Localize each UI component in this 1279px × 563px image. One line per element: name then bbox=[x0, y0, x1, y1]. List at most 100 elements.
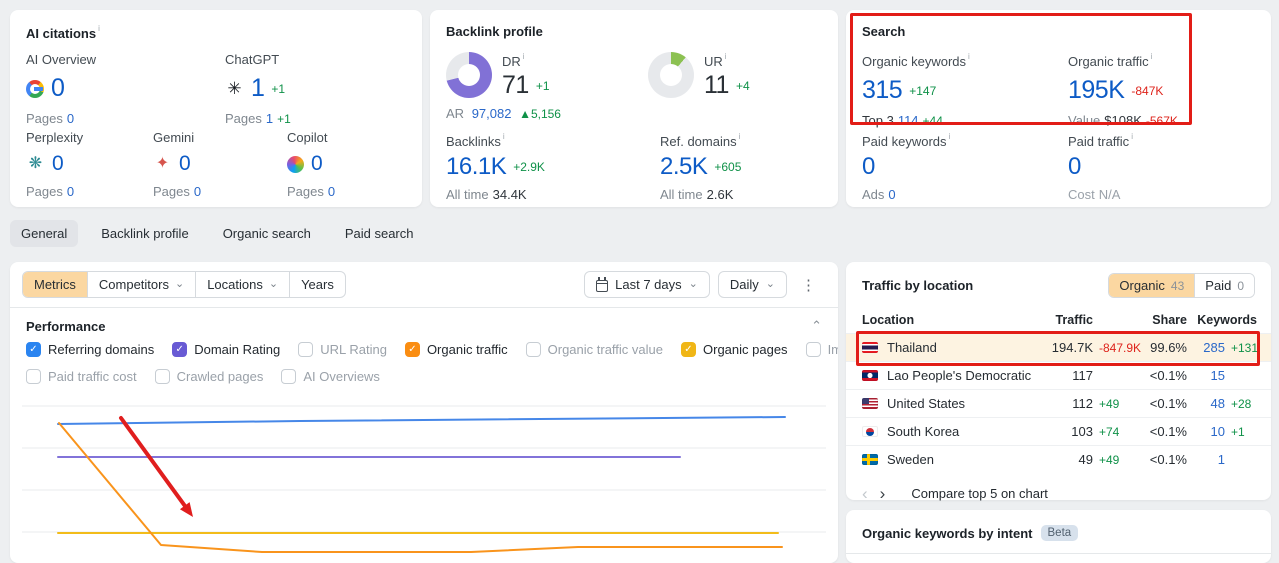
copilot-icon bbox=[287, 155, 304, 173]
pager-next-icon[interactable]: › bbox=[880, 485, 886, 502]
location-pager: ‹ › Compare top 5 on chart bbox=[846, 473, 1271, 514]
info-icon[interactable]: i bbox=[523, 52, 525, 61]
dr-delta: +1 bbox=[535, 78, 550, 93]
pages-value[interactable]: 0 bbox=[328, 184, 335, 199]
performance-chart[interactable] bbox=[10, 388, 838, 563]
location-row-kr[interactable]: South Korea 103 +74 <0.1% 10 +1 bbox=[846, 417, 1271, 445]
date-range-button[interactable]: Last 7 days ⌄ bbox=[584, 271, 710, 298]
ai-overview-value: 0 bbox=[51, 74, 65, 102]
divider bbox=[846, 553, 1271, 554]
location-row-us[interactable]: United States 112 +49 <0.1% 48 +28 bbox=[846, 389, 1271, 417]
organic-traffic-label: Organic traffic bbox=[1068, 54, 1149, 69]
pager-prev-icon[interactable]: ‹ bbox=[862, 485, 868, 502]
traffic-delta: +49 bbox=[1099, 396, 1120, 411]
organic-keywords-value[interactable]: 315 bbox=[862, 76, 903, 105]
keywords-value[interactable]: 1 bbox=[1187, 452, 1225, 467]
paid-traffic-label: Paid traffic bbox=[1068, 134, 1130, 149]
checkbox-icon[interactable] bbox=[154, 369, 170, 384]
metric-checkbox-impressions[interactable]: Impressions bbox=[805, 342, 838, 357]
top3-value[interactable]: 114 bbox=[898, 113, 919, 128]
info-icon[interactable]: i bbox=[98, 24, 100, 33]
pages-value[interactable]: 1 bbox=[266, 111, 273, 126]
competitors-filter-button[interactable]: Competitors ⌄ bbox=[88, 272, 197, 297]
checkbox-icon[interactable] bbox=[805, 342, 821, 357]
metrics-filter-button[interactable]: Metrics bbox=[23, 272, 88, 297]
metric-label: Domain Rating bbox=[194, 342, 281, 357]
header-traffic[interactable]: Traffic bbox=[1031, 313, 1093, 327]
granularity-button[interactable]: Daily ⌄ bbox=[717, 271, 787, 298]
metric-checkbox-crawled-pages[interactable]: Crawled pages bbox=[154, 369, 263, 384]
metric-checkbox-organic-pages[interactable]: ✓ Organic pages bbox=[681, 342, 788, 357]
metric-checkbox-paid-traffic-cost[interactable]: Paid traffic cost bbox=[26, 369, 137, 384]
tab-paid-search[interactable]: Paid search bbox=[334, 220, 425, 247]
years-filter-button[interactable]: Years bbox=[290, 272, 345, 297]
ref-domains-value[interactable]: 2.5K bbox=[660, 153, 708, 181]
pages-value[interactable]: 0 bbox=[67, 111, 74, 126]
checkbox-icon[interactable] bbox=[298, 342, 314, 357]
locations-filter-button[interactable]: Locations ⌄ bbox=[196, 272, 291, 297]
checkbox-icon[interactable] bbox=[26, 369, 41, 384]
checkbox-icon[interactable]: ✓ bbox=[681, 342, 696, 357]
info-icon[interactable]: i bbox=[725, 52, 727, 61]
ads-value[interactable]: 0 bbox=[888, 187, 895, 202]
keywords-delta: +131 bbox=[1231, 340, 1259, 355]
ur-donut bbox=[648, 52, 694, 98]
backlinks-value[interactable]: 16.1K bbox=[446, 153, 507, 181]
metric-checkbox-ai-overviews[interactable]: AI Overviews bbox=[281, 369, 380, 384]
metric-checkbox-referring-domains[interactable]: ✓ Referring domains bbox=[26, 342, 154, 357]
toggle-organic[interactable]: Organic 43 bbox=[1109, 274, 1196, 297]
ar-value[interactable]: 97,082 bbox=[472, 106, 512, 121]
info-icon[interactable]: i bbox=[949, 132, 951, 141]
collapse-chevron-up-icon[interactable]: ⌃ bbox=[811, 318, 822, 334]
checkbox-icon[interactable]: ✓ bbox=[26, 342, 41, 357]
backlinks-delta: +2.9K bbox=[513, 160, 545, 174]
metric-label: URL Rating bbox=[320, 342, 387, 357]
metric-checkbox-organic-traffic[interactable]: ✓ Organic traffic bbox=[404, 342, 508, 357]
ads-label: Ads bbox=[862, 187, 885, 202]
tab-backlink-profile[interactable]: Backlink profile bbox=[90, 220, 199, 247]
more-options-kebab-icon[interactable]: ⋮ bbox=[795, 276, 822, 294]
keywords-value[interactable]: 285 bbox=[1187, 340, 1225, 355]
traffic-delta: -847.9K bbox=[1099, 340, 1142, 355]
checkbox-icon[interactable]: ✓ bbox=[404, 342, 420, 357]
tab-general[interactable]: General bbox=[10, 220, 79, 247]
ref-domains-delta: +605 bbox=[714, 160, 742, 174]
location-row-th[interactable]: Thailand 194.7K -847.9K 99.6% 285 +131 bbox=[846, 333, 1271, 361]
checkbox-icon[interactable] bbox=[525, 342, 541, 357]
location-name: Lao People's Democratic Rep bbox=[862, 368, 1031, 383]
info-icon[interactable]: i bbox=[968, 52, 970, 61]
info-icon[interactable]: i bbox=[1131, 132, 1133, 141]
traffic-value: 117 bbox=[1072, 368, 1093, 383]
chevron-down-icon: ⌄ bbox=[688, 278, 698, 290]
compare-top5-link[interactable]: Compare top 5 on chart bbox=[911, 486, 1048, 501]
keywords-value[interactable]: 15 bbox=[1187, 368, 1225, 383]
header-share[interactable]: Share bbox=[1141, 313, 1187, 327]
kr-flag-icon bbox=[862, 426, 878, 437]
info-icon[interactable]: i bbox=[739, 132, 741, 141]
share-value: <0.1% bbox=[1149, 368, 1187, 383]
trend-arrow-annotation bbox=[119, 416, 193, 517]
header-location[interactable]: Location bbox=[862, 313, 1031, 327]
toggle-paid[interactable]: Paid 0 bbox=[1195, 274, 1254, 297]
keywords-value[interactable]: 48 bbox=[1187, 396, 1225, 411]
info-icon[interactable]: i bbox=[1151, 52, 1153, 61]
keywords-value[interactable]: 10 bbox=[1187, 424, 1225, 439]
metric-checkbox-domain-rating[interactable]: ✓ Domain Rating bbox=[172, 342, 280, 357]
ai-overview-label: AI Overview bbox=[26, 52, 97, 67]
checkbox-icon[interactable]: ✓ bbox=[172, 342, 188, 357]
metric-checkbox-url-rating[interactable]: URL Rating bbox=[298, 342, 387, 357]
metric-checkbox-organic-traffic-value[interactable]: Organic traffic value bbox=[525, 342, 663, 357]
location-row-la[interactable]: Lao People's Democratic Rep 117 <0.1%15 bbox=[846, 361, 1271, 389]
checkbox-icon[interactable] bbox=[281, 369, 297, 384]
traffic-delta: +49 bbox=[1099, 452, 1120, 467]
pages-value[interactable]: 0 bbox=[67, 184, 74, 199]
tab-organic-search[interactable]: Organic search bbox=[212, 220, 322, 247]
beta-badge: Beta bbox=[1040, 525, 1079, 541]
info-icon[interactable]: i bbox=[503, 132, 505, 141]
location-row-se[interactable]: Sweden 49 +49 <0.1% 1 bbox=[846, 445, 1271, 473]
organic-traffic-value[interactable]: 195K bbox=[1068, 76, 1125, 105]
backlink-profile-title: Backlink profile bbox=[446, 24, 543, 39]
pages-value[interactable]: 0 bbox=[194, 184, 201, 199]
location-name: United States bbox=[862, 396, 1031, 411]
header-keywords[interactable]: Keywords bbox=[1187, 313, 1257, 327]
